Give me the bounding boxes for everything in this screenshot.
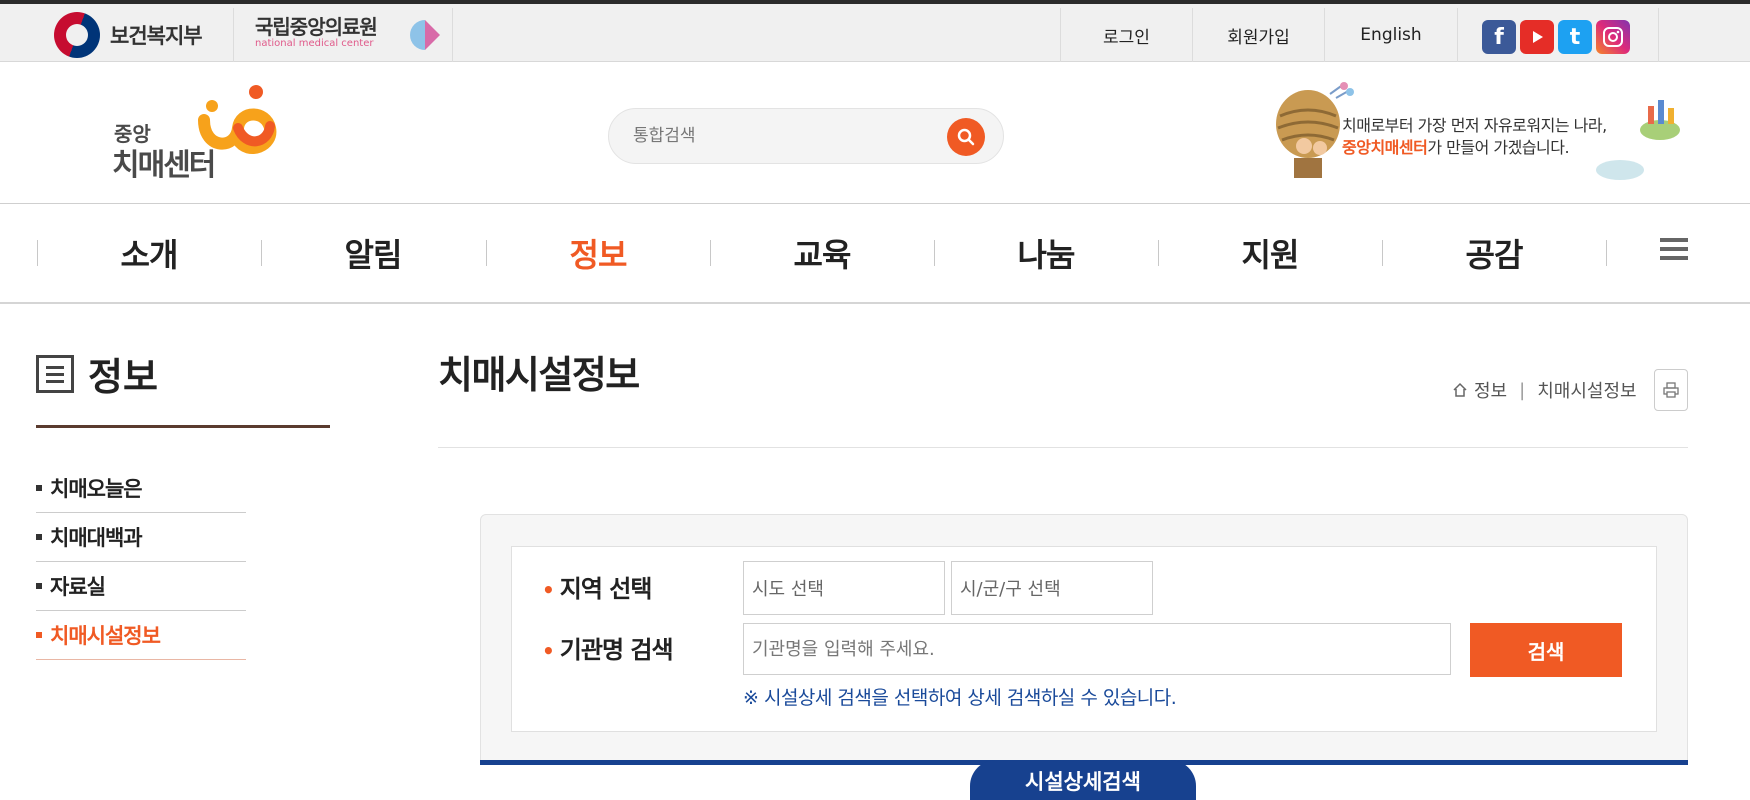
region-label-text: 지역 선택 [559, 575, 653, 603]
gnb-item-notice[interactable]: 알림 [261, 204, 485, 302]
youtube-icon[interactable] [1520, 20, 1554, 54]
gnb-item-sharing[interactable]: 나눔 [934, 204, 1158, 302]
bullet-dot-icon: • [542, 639, 555, 663]
facility-search-form: •지역 선택 시도 선택 시/군/구 선택 •기관명 검색 검색 ※ 시설상세 … [511, 546, 1657, 732]
english-link[interactable]: English [1324, 8, 1458, 62]
banner-line-1: 치매로부터 가장 먼저 자유로워지는 나라, [1342, 116, 1607, 135]
document-list-icon [36, 354, 74, 393]
gnb-item-info[interactable]: 정보 [486, 204, 710, 302]
slogan-banner: 치매로부터 가장 먼저 자유로워지는 나라, 중앙치매센터가 만들어 가겠습니다… [1270, 82, 1690, 192]
content-divider [438, 447, 1688, 448]
hamburger-menu-icon[interactable] [1660, 238, 1688, 266]
print-icon [1663, 382, 1679, 398]
bullet-icon [36, 485, 42, 491]
gov-name: 보건복지부 [110, 24, 203, 48]
facility-search-panel: •지역 선택 시도 선택 시/군/구 선택 •기관명 검색 검색 ※ 시설상세 … [480, 514, 1688, 764]
search-button[interactable] [947, 118, 985, 156]
topbar-divider [1658, 8, 1659, 62]
print-button[interactable] [1654, 369, 1688, 411]
twitter-icon[interactable]: t [1558, 20, 1592, 54]
top-utility-bar: 보건복지부 국립중앙의료원 national medical center 로그… [0, 0, 1750, 62]
site-logo[interactable]: 중앙 치매센터 [110, 76, 280, 186]
bullet-icon [36, 534, 42, 540]
side-nav-item-encyclopedia[interactable]: 치매대백과 [36, 513, 246, 562]
search-input[interactable] [631, 121, 931, 151]
integrated-search [608, 108, 1004, 164]
facility-search-button[interactable]: 검색 [1470, 623, 1622, 677]
gnb-item-intro[interactable]: 소개 [37, 204, 261, 302]
search-icon [957, 128, 975, 146]
org-name-input[interactable] [743, 623, 1451, 675]
home-icon[interactable] [1452, 382, 1468, 398]
sns-links: f t [1482, 20, 1630, 54]
gov-logo[interactable]: 보건복지부 [40, 8, 234, 62]
nmc-logo[interactable]: 국립중앙의료원 national medical center [235, 8, 453, 62]
side-nav-label: 자료실 [50, 575, 106, 599]
breadcrumb: 정보 | 치매시설정보 [1452, 377, 1637, 403]
breadcrumb-item-current[interactable]: 치매시설정보 [1537, 377, 1636, 403]
facebook-icon[interactable]: f [1482, 20, 1516, 54]
breadcrumb-item[interactable]: 정보 [1474, 377, 1507, 403]
org-label: • 기관명 검색 [542, 630, 674, 665]
gov-emblem-icon [54, 12, 100, 58]
join-link[interactable]: 회원가입 [1192, 8, 1324, 62]
logo-mark-icon [198, 85, 277, 154]
lnb-title: 정보 [36, 346, 158, 401]
gnb-item-empathy[interactable]: 공감 [1382, 204, 1606, 302]
nmc-mark-icon [410, 20, 440, 50]
side-nav-item-facility-info[interactable]: 치매시설정보 [36, 611, 246, 660]
login-link[interactable]: 로그인 [1060, 8, 1192, 62]
side-nav-label: 치매대백과 [50, 526, 143, 550]
side-nav-label: 치매오늘은 [50, 477, 143, 501]
page-title: 치매시설정보 [438, 353, 640, 397]
gnb-item-education[interactable]: 교육 [710, 204, 934, 302]
banner-highlight: 중앙치매센터 [1342, 138, 1428, 157]
region-label: • 지역 선택 [542, 569, 653, 604]
search-notice: ※ 시설상세 검색을 선택하여 상세 검색하실 수 있습니다. [743, 687, 1177, 709]
side-nav-item-dementia-today[interactable]: 치매오늘은 [36, 464, 246, 513]
detail-search-tab[interactable]: 시설상세검색 [970, 760, 1196, 800]
side-nav: 치매오늘은 치매대백과 자료실 치매시설정보 [36, 464, 246, 660]
lnb-divider [36, 425, 330, 428]
breadcrumb-separator: | [1519, 379, 1526, 401]
gnb-item-support[interactable]: 지원 [1158, 204, 1382, 302]
banner-line-2-rest: 가 만들어 가겠습니다. [1427, 138, 1570, 157]
gnb-separator [1606, 240, 1607, 266]
sigungu-select[interactable]: 시/군/구 선택 [951, 561, 1153, 615]
site-header: 중앙 치매센터 통합검색 치매로부터 가장 먼저 자유로워지는 나라, 중앙치매… [0, 62, 1750, 204]
side-nav-item-library[interactable]: 자료실 [36, 562, 246, 611]
bullet-dot-icon: • [542, 578, 555, 602]
bullet-icon [36, 583, 42, 589]
global-nav: 소개 알림 정보 교육 나눔 지원 공감 [0, 204, 1750, 304]
banner-line-2: 중앙치매센터가 만들어 가겠습니다. [1342, 134, 1570, 158]
bullet-icon [36, 632, 42, 638]
side-nav-label: 치매시설정보 [50, 624, 161, 648]
lnb-title-text: 정보 [88, 355, 158, 399]
sido-select[interactable]: 시도 선택 [743, 561, 945, 615]
instagram-icon[interactable] [1596, 20, 1630, 54]
org-label-text: 기관명 검색 [559, 636, 674, 664]
